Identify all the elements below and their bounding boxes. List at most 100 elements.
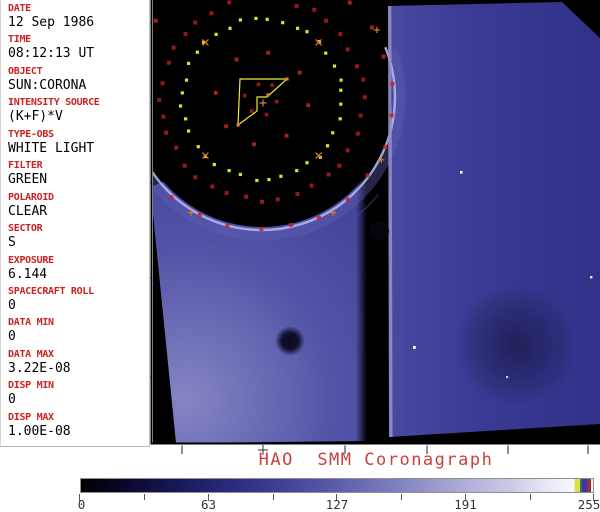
fiducial-dot	[339, 117, 342, 120]
metadata-entry: TIME08:12:13 UT	[8, 34, 149, 65]
fiducial-dot	[295, 192, 299, 196]
fiducial-dot	[326, 144, 329, 147]
fiducial-dot	[213, 163, 216, 166]
fiducial-dot	[157, 98, 161, 102]
colorbar: 063127191255	[80, 478, 594, 512]
fiducial-dot	[210, 184, 214, 188]
fiducial-dot	[179, 104, 182, 107]
colorbar-gradient	[80, 478, 594, 493]
fiducial-dot	[244, 195, 248, 199]
fiducial-dot	[348, 1, 352, 5]
fiducial-dot	[296, 27, 299, 30]
fiducial-dot	[170, 195, 174, 199]
fiducial-dot	[184, 32, 188, 36]
fiducial-dot	[383, 145, 387, 149]
metadata-label: POLAROID	[8, 192, 149, 203]
metadata-label: TIME	[8, 34, 149, 45]
fiducial-dot	[333, 64, 336, 67]
metadata-value: WHITE LIGHT	[8, 141, 149, 156]
colorbar-tick-label: 191	[454, 498, 477, 512]
region-vertex-mark	[236, 123, 239, 126]
fiducial-dot	[275, 100, 279, 104]
fiducial-dot	[161, 81, 165, 85]
metadata-entry: DISP MAX1.00E-08	[8, 412, 149, 443]
fiducial-dot	[243, 94, 247, 98]
fiducial-dot	[214, 91, 218, 95]
fiducial-dot	[250, 109, 254, 113]
metadata-entry: OBJECTSUN:CORONA	[8, 66, 149, 97]
fiducial-dot	[266, 51, 270, 55]
metadata-label: TYPE-OBS	[8, 129, 149, 140]
region-vertex-mark	[266, 93, 269, 96]
metadata-panel: DATE12 Sep 1986 TIME08:12:13 UTOBJECTSUN:…	[0, 0, 150, 447]
fiducial-dot	[227, 0, 231, 4]
fiducial-dot	[382, 55, 386, 59]
fiducial-dot	[239, 18, 242, 21]
fiducial-dot	[295, 4, 299, 8]
fiducial-dot	[184, 117, 187, 120]
fiducial-dot	[324, 52, 327, 55]
colorbar-tick-label: 63	[201, 498, 216, 512]
fiducial-dot	[363, 95, 367, 99]
fiducial-dot	[370, 26, 374, 30]
fiducial-dot	[295, 169, 298, 172]
fiducial-dot	[305, 30, 308, 33]
fiducial-dot	[172, 46, 176, 50]
fiducial-dot	[355, 64, 359, 68]
metadata-label: SPACECRAFT ROLL	[8, 286, 149, 297]
fiducial-dot	[346, 47, 350, 51]
fiducial-dot	[331, 131, 334, 134]
fiducial-dot	[390, 82, 394, 86]
fiducial-dot	[193, 21, 197, 25]
metadata-value: 12 Sep 1986	[8, 15, 149, 30]
fiducial-dot	[281, 21, 284, 24]
fiducial-dot	[279, 175, 282, 178]
fiducial-dot	[270, 83, 274, 87]
fiducial-dot	[164, 131, 168, 135]
metadata-entry: SECTORS	[8, 223, 149, 254]
metadata-value: (K+F)*V	[8, 109, 149, 124]
smm-image-display: { "window": {"width": 600, "height": 512…	[0, 0, 600, 512]
fiducial-dot	[285, 134, 289, 138]
metadata-value: CLEAR	[8, 204, 149, 219]
fiducial-dot	[183, 164, 187, 168]
fiducial-dot	[339, 103, 342, 106]
fiducial-dot	[254, 17, 257, 20]
image-scene	[125, 0, 600, 443]
fiducial-dot	[181, 91, 184, 94]
metadata-value: SUN:CORONA	[8, 78, 149, 93]
fiducial-dot	[161, 115, 165, 119]
star-speck	[413, 346, 416, 349]
metadata-label: DATA MIN	[8, 317, 149, 328]
fiducial-dot	[187, 62, 190, 65]
metadata-entry: TYPE-OBSWHITE LIGHT	[8, 129, 149, 160]
fiducial-dot	[228, 27, 231, 30]
fiducial-dot	[255, 179, 258, 182]
metadata-label: DISP MIN	[8, 380, 149, 391]
fiducial-dot	[310, 184, 314, 188]
metadata-value: 6.144	[8, 267, 149, 282]
fiducial-dot	[193, 175, 197, 179]
fiducial-dot	[276, 197, 280, 201]
fiducial-dot	[215, 33, 218, 36]
fiducial-dot	[324, 19, 328, 23]
metadata-entry: EXPOSURE6.144	[8, 255, 149, 286]
metadata-label: DATE	[8, 3, 149, 14]
star-speck	[590, 276, 592, 278]
fiducial-dot	[227, 169, 230, 172]
fiducial-dot	[259, 227, 263, 231]
dust-blob	[275, 326, 305, 356]
fiducial-dot	[317, 216, 321, 220]
metadata-value: 1.00E-08	[8, 424, 149, 439]
metadata-label: DISP MAX	[8, 412, 149, 423]
fiducial-dot	[338, 32, 342, 36]
metadata-value: 0	[8, 329, 149, 344]
metadata-entry: DATA MAX3.22E-08	[8, 349, 149, 380]
metadata-entry: POLAROIDCLEAR	[8, 192, 149, 223]
fiducial-dot	[196, 51, 199, 54]
metadata-value: S	[8, 235, 149, 250]
fiducial-dot	[257, 83, 261, 87]
fiducial-dot	[346, 198, 350, 202]
fiducial-dot	[305, 161, 308, 164]
fiducial-dot	[298, 71, 302, 75]
